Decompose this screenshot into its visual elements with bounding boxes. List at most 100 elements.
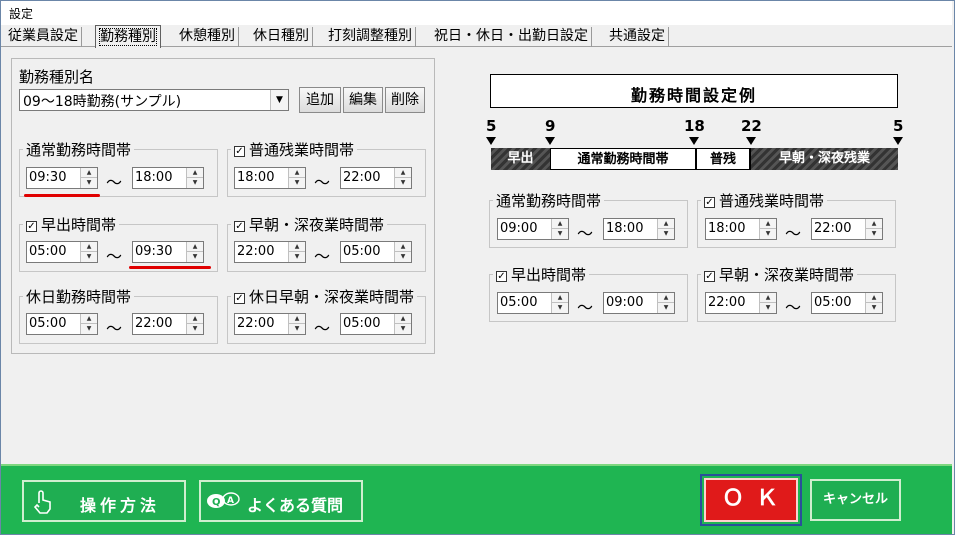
normal-to-value: 18:00 xyxy=(135,170,173,185)
spin-down-icon[interactable]: ▼ xyxy=(289,324,305,334)
normal-work-hours-title: 通常勤務時間帯 xyxy=(23,139,135,160)
work-type-select-value: 09～18時勤務(サンプル) xyxy=(23,94,182,110)
example-latenight-to-value: 05:00 xyxy=(814,295,852,310)
range-separator: ～ xyxy=(785,298,802,317)
tab-holiday-workday-settings[interactable]: 祝日・休日・出勤日設定 xyxy=(431,27,592,47)
holiday-to-spinner[interactable]: 22:00 ▲ ▼ xyxy=(132,313,204,335)
spin-down-icon[interactable]: ▼ xyxy=(187,324,203,334)
spin-up-icon[interactable]: ▲ xyxy=(187,314,203,324)
spin-up-icon: ▲ xyxy=(658,293,674,303)
example-early-from-value: 05:00 xyxy=(500,295,538,310)
spin-up-icon[interactable]: ▲ xyxy=(395,242,411,252)
example-title: 勤務時間設定例 xyxy=(630,86,757,105)
spin-up-icon: ▲ xyxy=(552,293,568,303)
timeline-mark: 22 xyxy=(741,117,762,135)
spin-down-icon[interactable]: ▼ xyxy=(187,178,203,188)
holiday-latenight-checkbox[interactable]: ✓ xyxy=(234,293,245,304)
overtime-to-value: 22:00 xyxy=(343,170,381,185)
normal-to-spinner[interactable]: 18:00 ▲ ▼ xyxy=(132,167,204,189)
range-separator: ～ xyxy=(785,224,802,243)
timeline-mark: 5 xyxy=(486,117,497,135)
example-normal-to: 18:00 ▲ ▼ xyxy=(603,218,675,240)
tab-bar: 従業員設定 勤務種別 休憩種別 休日種別 打刻調整種別 祝日・休日・出勤日設定 … xyxy=(1,25,952,48)
ok-button[interactable]: ＯＫ xyxy=(704,478,798,522)
spin-down-icon: ▼ xyxy=(552,229,568,239)
spin-up-icon[interactable]: ▲ xyxy=(81,314,97,324)
spin-down-icon[interactable]: ▼ xyxy=(81,178,97,188)
spin-down-icon: ▼ xyxy=(760,229,776,239)
spin-down-icon[interactable]: ▼ xyxy=(187,252,203,262)
spin-down-icon: ▼ xyxy=(866,303,882,313)
latenight-from-spinner[interactable]: 22:00 ▲ ▼ xyxy=(234,241,306,263)
spin-up-icon: ▲ xyxy=(552,219,568,229)
tab-work-type-label: 勤務種別 xyxy=(99,28,157,46)
overtime-to-spinner[interactable]: 22:00 ▲ ▼ xyxy=(340,167,412,189)
example-overtime-from: 18:00 ▲ ▼ xyxy=(705,218,777,240)
example-overtime-from-value: 18:00 xyxy=(708,221,746,236)
edit-button[interactable]: 編集 xyxy=(343,87,383,113)
example-latenight-title-wrap: ✓ 早朝・深夜業時間帯 xyxy=(701,264,858,285)
early-checkbox[interactable]: ✓ xyxy=(26,221,37,232)
timeline-arrow-icon xyxy=(689,137,699,145)
example-title-box: 勤務時間設定例 xyxy=(490,74,898,108)
spin-down-icon[interactable]: ▼ xyxy=(395,252,411,262)
tab-common-settings[interactable]: 共通設定 xyxy=(606,27,669,47)
work-type-name-label: 勤務種別名 xyxy=(19,68,95,86)
example-normal-from-value: 09:00 xyxy=(500,221,538,236)
early-to-spinner[interactable]: 09:30 ▲ ▼ xyxy=(132,241,204,263)
example-latenight-title: 早朝・深夜業時間帯 xyxy=(719,266,855,284)
spin-down-icon: ▼ xyxy=(760,303,776,313)
example-early-to-value: 09:00 xyxy=(606,295,644,310)
tab-holiday-type[interactable]: 休日種別 xyxy=(250,27,313,47)
spin-up-icon[interactable]: ▲ xyxy=(289,314,305,324)
timeline-mark: 5 xyxy=(893,117,904,135)
spin-down-icon[interactable]: ▼ xyxy=(81,324,97,334)
holiday-late-from-spinner[interactable]: 22:00 ▲ ▼ xyxy=(234,313,306,335)
work-type-select[interactable]: 09～18時勤務(サンプル) ▼ xyxy=(19,89,289,111)
tab-work-type[interactable]: 勤務種別 xyxy=(95,25,161,48)
timeline-arrow-icon xyxy=(545,137,555,145)
tab-break-type[interactable]: 休憩種別 xyxy=(176,27,239,47)
spin-up-icon[interactable]: ▲ xyxy=(187,168,203,178)
holiday-from-spinner[interactable]: 05:00 ▲ ▼ xyxy=(26,313,98,335)
faq-button[interactable]: QA よくある質問 xyxy=(199,480,363,522)
spin-up-icon[interactable]: ▲ xyxy=(81,168,97,178)
spin-down-icon[interactable]: ▼ xyxy=(81,252,97,262)
tab-stamp-adjust-type[interactable]: 打刻調整種別 xyxy=(325,27,416,47)
add-button[interactable]: 追加 xyxy=(299,87,341,113)
segment-early: 早出 xyxy=(491,148,550,170)
latenight-to-spinner[interactable]: 05:00 ▲ ▼ xyxy=(340,241,412,263)
spin-down-icon[interactable]: ▼ xyxy=(395,324,411,334)
spin-up-icon[interactable]: ▲ xyxy=(81,242,97,252)
example-latenight-from: 22:00 ▲ ▼ xyxy=(705,292,777,314)
spin-down-icon[interactable]: ▼ xyxy=(289,252,305,262)
spin-down-icon[interactable]: ▼ xyxy=(289,178,305,188)
normal-from-spinner[interactable]: 09:30 ▲ ▼ xyxy=(26,167,98,189)
delete-button[interactable]: 削除 xyxy=(385,87,425,113)
example-overtime-title: 普通残業時間帯 xyxy=(719,192,825,210)
latenight-from-value: 22:00 xyxy=(237,244,275,259)
hand-pointer-icon xyxy=(33,490,51,514)
range-separator: ～ xyxy=(106,247,123,266)
spin-up-icon[interactable]: ▲ xyxy=(289,242,305,252)
howto-button[interactable]: 操作方法 xyxy=(22,480,186,522)
spin-up-icon[interactable]: ▲ xyxy=(187,242,203,252)
cancel-button[interactable]: キャンセル xyxy=(810,479,901,521)
spin-up-icon[interactable]: ▲ xyxy=(395,314,411,324)
latenight-checkbox[interactable]: ✓ xyxy=(234,221,245,232)
spin-up-icon[interactable]: ▲ xyxy=(289,168,305,178)
example-early-title: 早出時間帯 xyxy=(511,266,587,284)
spin-up-icon[interactable]: ▲ xyxy=(395,168,411,178)
tab-employee-settings[interactable]: 従業員設定 xyxy=(5,27,82,47)
example-early-title-wrap: ✓ 早出時間帯 xyxy=(493,264,590,285)
spin-down-icon[interactable]: ▼ xyxy=(395,178,411,188)
qa-bubble-icon: QA xyxy=(207,492,240,508)
early-hours-title: 早出時間帯 xyxy=(41,216,117,234)
holiday-late-to-spinner[interactable]: 05:00 ▲ ▼ xyxy=(340,313,412,335)
early-from-spinner[interactable]: 05:00 ▲ ▼ xyxy=(26,241,98,263)
overtime-from-spinner[interactable]: 18:00 ▲ ▼ xyxy=(234,167,306,189)
spin-up-icon: ▲ xyxy=(760,219,776,229)
overtime-checkbox[interactable]: ✓ xyxy=(234,146,245,157)
spin-up-icon: ▲ xyxy=(760,293,776,303)
chevron-down-icon[interactable]: ▼ xyxy=(270,90,288,110)
